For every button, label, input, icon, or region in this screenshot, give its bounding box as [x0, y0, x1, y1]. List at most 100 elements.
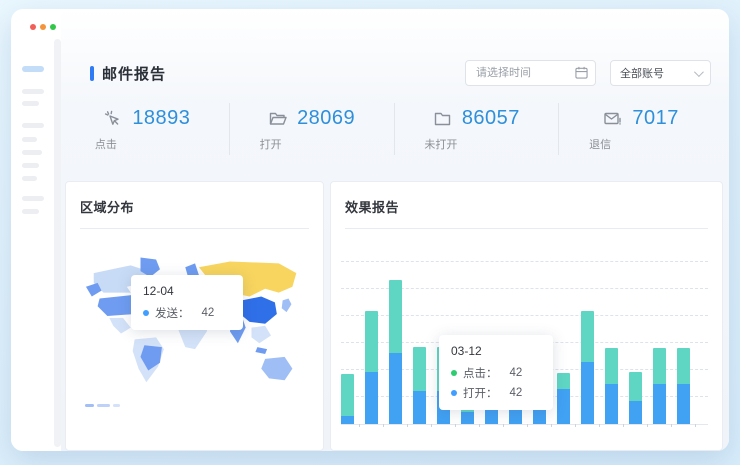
- zoom-window-button[interactable]: [50, 24, 56, 30]
- bar-stack-13: [629, 372, 642, 424]
- bar-segment-open: [605, 384, 618, 424]
- bar-segment-click: [365, 311, 378, 372]
- x-axis-tick: [575, 424, 576, 427]
- cursor-click-icon: [103, 109, 122, 128]
- stat-bounced: 7017 退信: [558, 103, 723, 155]
- page-title: 邮件报告: [102, 63, 166, 84]
- chart-tooltip-click-label: 点击：: [463, 365, 498, 381]
- x-axis-tick: [479, 424, 480, 427]
- x-axis-tick: [503, 424, 504, 427]
- sidebar-item-10[interactable]: [22, 209, 39, 214]
- map-tooltip: 12-04 发送： 42: [131, 275, 243, 330]
- sidebar-item-5[interactable]: [22, 137, 37, 142]
- region-panel-header: 区域分布: [80, 182, 309, 229]
- chart-tooltip-date: 03-12: [451, 344, 541, 358]
- stat-bounced-label: 退信: [589, 136, 611, 152]
- chart-tooltip-row-click: 点击： 42: [451, 365, 541, 381]
- page-title-wrap: 邮件报告: [90, 63, 166, 84]
- x-axis-tick: [647, 424, 648, 427]
- sidebar-divider: [54, 39, 61, 447]
- bar-segment-click: [389, 280, 402, 353]
- x-axis-tick: [431, 424, 432, 427]
- sidebar-item-3[interactable]: [22, 101, 39, 106]
- bar-segment-click: [653, 348, 666, 384]
- bar-segment-open: [629, 401, 642, 424]
- x-axis-tick: [599, 424, 600, 427]
- sidebar-nav: [11, 49, 54, 451]
- minimize-window-button[interactable]: [40, 24, 46, 30]
- bar-segment-open: [653, 384, 666, 424]
- x-axis-tick: [359, 424, 360, 427]
- map-region-australia: [261, 357, 292, 380]
- chart-tooltip-open-row: 打开： 42: [451, 385, 541, 401]
- x-axis-tick: [551, 424, 552, 427]
- app-window: 邮件报告 全部账号: [11, 9, 729, 451]
- close-window-button[interactable]: [30, 24, 36, 30]
- account-select[interactable]: 全部账号: [610, 60, 711, 86]
- stats-row: 18893 点击 28069 打开: [65, 103, 723, 155]
- x-axis-tick: [383, 424, 384, 427]
- x-axis-tick: [671, 424, 672, 427]
- folder-icon: [433, 109, 452, 128]
- bar-segment-click: [581, 311, 594, 362]
- series-dot-send: [143, 310, 149, 316]
- chart-gridline: [341, 261, 708, 262]
- page-header: 邮件报告 全部账号: [61, 9, 729, 87]
- stat-clicks-label: 点击: [95, 136, 117, 152]
- series-dot-open: [451, 390, 457, 396]
- stat-unopened: 86057 未打开: [394, 103, 559, 155]
- x-axis-tick: [527, 424, 528, 427]
- map-tooltip-row: 发送： 42: [143, 305, 231, 321]
- region-distribution-panel: 区域分布: [65, 181, 324, 451]
- map-tooltip-label: 发送：: [155, 305, 190, 321]
- map-attribution: [85, 404, 120, 407]
- sidebar-item-4[interactable]: [22, 123, 44, 128]
- x-axis-tick: [407, 424, 408, 427]
- bar-stack-15: [677, 348, 690, 424]
- chevron-down-icon: [694, 67, 704, 77]
- bar-segment-open: [389, 353, 402, 424]
- sidebar-item-6[interactable]: [22, 150, 42, 155]
- map-region-indonesia: [255, 347, 267, 354]
- sidebar-item-8[interactable]: [22, 176, 37, 181]
- x-axis-tick: [695, 424, 696, 427]
- bar-segment-open: [413, 391, 426, 424]
- stat-clicks-value: 18893: [132, 107, 190, 130]
- chart-tooltip-click-value: 42: [510, 367, 523, 379]
- stat-opened: 28069 打开: [229, 103, 394, 155]
- bar-segment-open: [581, 362, 594, 424]
- map-region-china: [238, 297, 277, 324]
- bar-segment-click: [677, 348, 690, 384]
- bar-segment-open: [365, 372, 378, 424]
- bar-stack-1: [341, 374, 354, 424]
- sidebar-item-1-active[interactable]: [22, 66, 44, 72]
- bar-segment-open: [677, 384, 690, 424]
- calendar-icon: [575, 66, 588, 79]
- chart-tooltip-open-value: 42: [510, 387, 523, 399]
- account-select-value: 全部账号: [620, 65, 664, 81]
- bar-segment-click: [557, 373, 570, 389]
- bar-stack-2: [365, 311, 378, 424]
- sidebar-item-7[interactable]: [22, 163, 39, 168]
- region-panel-title: 区域分布: [80, 200, 134, 215]
- bar-segment-open: [341, 416, 354, 424]
- map-region-japan: [282, 298, 292, 312]
- map-region-mexico: [109, 318, 130, 334]
- stat-unopened-label: 未打开: [424, 136, 457, 152]
- stat-clicks: 18893 点击: [65, 103, 229, 155]
- stat-unopened-value: 86057: [462, 107, 520, 130]
- bar-segment-open: [557, 389, 570, 424]
- sidebar-item-9[interactable]: [22, 196, 44, 201]
- bar-segment-click: [605, 348, 618, 384]
- stat-bounced-value: 7017: [632, 107, 679, 130]
- x-axis-tick: [623, 424, 624, 427]
- bar-stack-12: [605, 348, 618, 424]
- main-content: 邮件报告 全部账号: [61, 9, 729, 451]
- bar-stack-3: [389, 280, 402, 424]
- effect-report-panel: 效果报告 03-12 点击： 42 打开： 42: [330, 181, 723, 451]
- map-region-southeast-asia: [252, 326, 271, 344]
- series-dot-click: [451, 370, 457, 376]
- title-accent-bar: [90, 66, 94, 81]
- date-range-picker[interactable]: [465, 60, 596, 86]
- sidebar-item-2[interactable]: [22, 89, 44, 94]
